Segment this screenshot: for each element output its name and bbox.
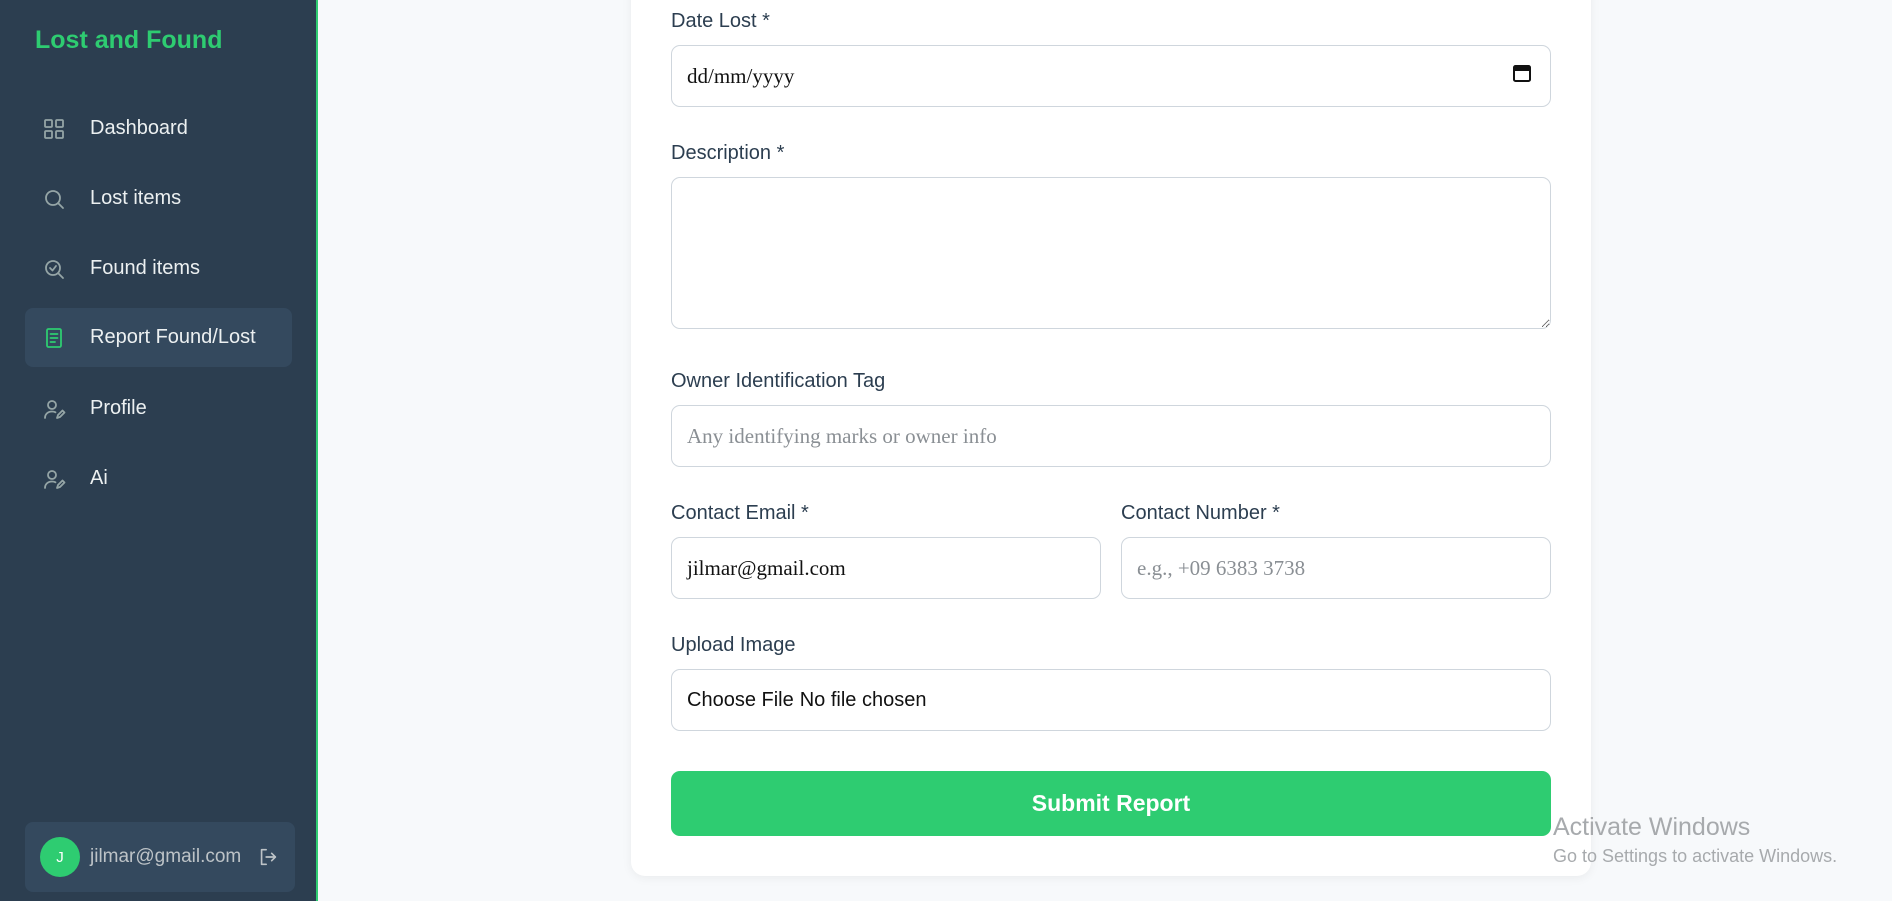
sidebar-item-label: Ai: [90, 467, 108, 489]
upload-image-label: Upload Image: [671, 634, 796, 656]
sidebar-item-label: Report Found/Lost: [90, 326, 256, 348]
watermark-title: Activate Windows: [1553, 813, 1751, 841]
description-textarea[interactable]: [671, 177, 1551, 329]
contact-email-value: jilmar@gmail.com: [687, 555, 846, 580]
grid-icon: [40, 115, 67, 142]
user-edit-icon: [40, 395, 67, 422]
sidebar-item-label: Found items: [90, 257, 201, 279]
sidebar-item-profile[interactable]: Profile: [25, 379, 292, 438]
contact-email-label: Contact Email *: [671, 502, 809, 524]
description-label: Description *: [671, 142, 785, 164]
owner-tag-placeholder: Any identifying marks or owner info: [687, 423, 997, 448]
owner-tag-input[interactable]: Any identifying marks or owner info: [671, 405, 1551, 467]
sidebar-item-report[interactable]: Report Found/Lost: [25, 308, 292, 367]
contact-email-input[interactable]: jilmar@gmail.com: [671, 537, 1101, 599]
sidebar-item-ai[interactable]: Ai: [25, 449, 292, 508]
sidebar-item-label: Profile: [90, 397, 147, 419]
sidebar-item-dashboard[interactable]: Dashboard: [25, 99, 292, 158]
calendar-icon[interactable]: [1512, 63, 1532, 83]
user-edit-icon: [40, 465, 67, 492]
avatar: J: [40, 837, 80, 877]
sidebar: Lost and Found Dashboard Lost items Foun…: [0, 0, 318, 901]
watermark-subtitle: Go to Settings to activate Windows.: [1553, 846, 1838, 866]
brand-title: Lost and Found: [35, 26, 223, 54]
choose-file-button[interactable]: Choose File: [687, 689, 794, 712]
sidebar-item-lost-items[interactable]: Lost items: [25, 169, 292, 228]
file-status: No file chosen: [799, 688, 927, 711]
date-lost-value: dd/mm/yyyy: [687, 63, 795, 88]
contact-number-placeholder: e.g., +09 6383 3738: [1137, 555, 1306, 580]
date-lost-label: Date Lost *: [671, 10, 770, 32]
upload-image-input[interactable]: Choose File No file chosen: [671, 669, 1551, 731]
sidebar-item-label: Dashboard: [90, 117, 188, 139]
sidebar-item-found-items[interactable]: Found items: [25, 239, 292, 298]
contact-number-input[interactable]: e.g., +09 6383 3738: [1121, 537, 1551, 599]
contact-number-label: Contact Number *: [1121, 502, 1280, 524]
logout-icon[interactable]: [255, 844, 281, 870]
user-card: J jilmar@gmail.com: [25, 822, 295, 892]
search-check-icon: [40, 255, 67, 282]
submit-report-button[interactable]: Submit Report: [671, 771, 1551, 836]
report-icon: [40, 324, 67, 351]
date-lost-input[interactable]: dd/mm/yyyy: [671, 45, 1551, 107]
owner-tag-label: Owner Identification Tag: [671, 370, 886, 392]
sidebar-item-label: Lost items: [90, 187, 182, 209]
search-icon: [40, 185, 67, 212]
user-email: jilmar@gmail.com: [90, 846, 242, 867]
